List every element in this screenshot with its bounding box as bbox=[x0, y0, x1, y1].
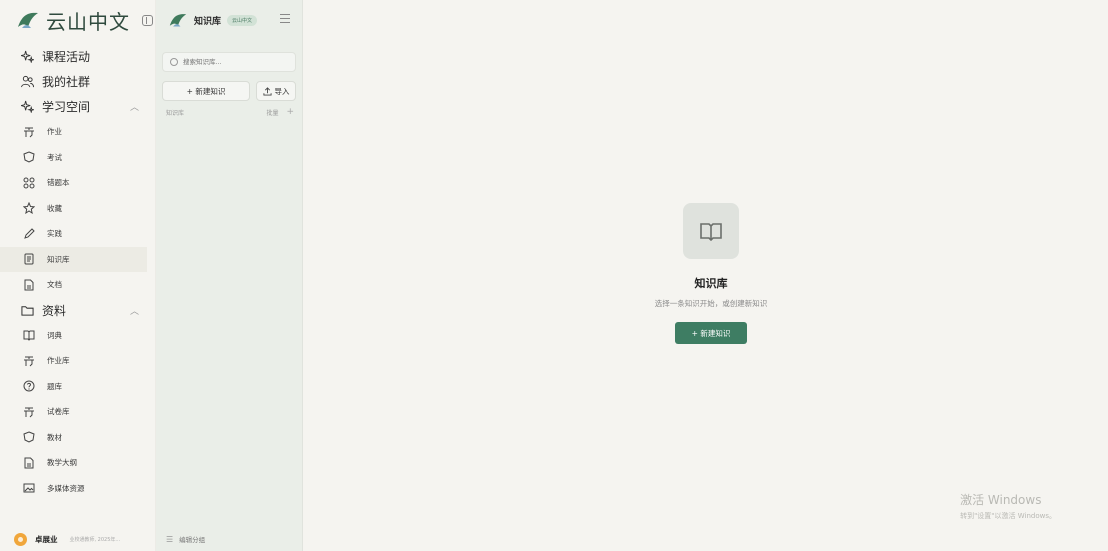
nav-label: 我的社群 bbox=[42, 75, 91, 89]
knowledge-actions: + 新建知识 导入 bbox=[162, 81, 296, 101]
create-knowledge-button[interactable]: + 新建知识 bbox=[675, 322, 747, 344]
nav-label: 资料 bbox=[42, 303, 67, 318]
main-content: 知识库 选择一条知识开始，或创建新知识 + 新建知识 激活 Windows 转到… bbox=[303, 0, 1108, 551]
new-knowledge-button[interactable]: + 新建知识 bbox=[162, 81, 250, 101]
grid-icon bbox=[22, 176, 35, 189]
search-input[interactable] bbox=[183, 58, 293, 66]
pencil-icon bbox=[22, 227, 35, 240]
org-badge: 云山中文 bbox=[227, 14, 258, 26]
upload-icon bbox=[262, 86, 272, 96]
nav-sub-label: 教材 bbox=[47, 432, 62, 442]
nav-sub-label: 词典 bbox=[47, 330, 62, 340]
watermark-title: 激活 Windows bbox=[960, 493, 1042, 507]
empty-state-illustration bbox=[683, 203, 739, 259]
brand-logo-icon bbox=[169, 14, 187, 27]
user-name: 卓展业 bbox=[35, 534, 58, 544]
knowledge-search[interactable] bbox=[162, 52, 296, 72]
import-button[interactable]: 导入 bbox=[256, 81, 296, 101]
nav-item-mistakes[interactable]: 错题本 bbox=[0, 170, 155, 196]
menu-icon[interactable] bbox=[280, 14, 290, 23]
user-org: 业校通教师, 2025年... bbox=[69, 536, 121, 543]
nav-item-exam-bank[interactable]: 试卷库 bbox=[0, 399, 155, 425]
nav-item-dictionary[interactable]: 词典 bbox=[0, 323, 155, 349]
nav-item-question-bank[interactable]: 题库 bbox=[0, 374, 155, 400]
nav-item-multimedia[interactable]: 多媒体资源 bbox=[0, 476, 155, 502]
chevron-up-icon[interactable]: ︿ bbox=[130, 100, 139, 113]
nav-item-assignment-bank[interactable]: 作业库 bbox=[0, 348, 155, 374]
nav-sub-label: 试卷库 bbox=[47, 407, 70, 417]
nav-item-favorites[interactable]: 收藏 bbox=[0, 196, 155, 222]
knowledge-panel-header: 知识库 云山中文 bbox=[156, 0, 302, 40]
nav-sub-label: 教学大纲 bbox=[47, 458, 77, 468]
nav-item-assignment[interactable]: 作业 bbox=[0, 119, 155, 145]
add-icon[interactable]: + bbox=[286, 107, 294, 117]
empty-state-title: 知识库 bbox=[694, 277, 728, 290]
edit-groups-label: 编辑分组 bbox=[179, 536, 206, 544]
document-icon bbox=[22, 278, 35, 291]
assignment-icon bbox=[22, 125, 35, 138]
nav-item-textbooks[interactable]: 教材 bbox=[0, 425, 155, 451]
nav-label: 课程活动 bbox=[42, 50, 91, 64]
search-icon bbox=[170, 58, 178, 66]
app-window: 云山中文 课程活动 我的社群 学习空间 ︿ 作业 考试 错题本 收藏 实践 知识… bbox=[0, 0, 1108, 551]
avatar bbox=[14, 532, 27, 546]
nav-sub-label: 多媒体资源 bbox=[47, 483, 85, 493]
book-icon bbox=[22, 329, 35, 342]
knowledge-panel-title: 知识库 bbox=[194, 16, 222, 27]
nav-study-space[interactable]: 学习空间 ︿ bbox=[0, 94, 155, 119]
nav-sub-label: 作业库 bbox=[47, 356, 70, 366]
knowledge-list-header: 知识库 批量 + bbox=[166, 107, 294, 117]
note-icon bbox=[22, 253, 35, 266]
nav-sub-label: 考试 bbox=[47, 152, 62, 162]
user-profile[interactable]: 卓展业 业校通教师, 2025年... bbox=[0, 527, 156, 551]
nav-item-knowledge-base[interactable]: 知识库 bbox=[0, 246, 147, 272]
nav-sub-label: 题库 bbox=[47, 381, 62, 391]
document-icon bbox=[22, 456, 35, 469]
knowledge-panel: 知识库 云山中文 + 新建知识 导入 知识库 批量 + ☰ 编辑分组 bbox=[156, 0, 303, 551]
list-header-label: 知识库 bbox=[166, 109, 185, 117]
people-icon bbox=[20, 75, 34, 89]
watermark-subtitle: 转到"设置"以激活 Windows。 bbox=[960, 512, 1056, 520]
folder-icon bbox=[20, 303, 34, 317]
shield-icon bbox=[22, 431, 35, 444]
star-icon bbox=[22, 202, 35, 215]
shield-icon bbox=[22, 151, 35, 164]
nav-item-practice[interactable]: 实践 bbox=[0, 221, 155, 247]
nav-sub-label: 实践 bbox=[47, 229, 62, 239]
sparkle-icon bbox=[20, 100, 34, 114]
nav-item-syllabus[interactable]: 教学大纲 bbox=[0, 450, 155, 476]
empty-state-description: 选择一条知识开始，或创建新知识 bbox=[654, 299, 768, 308]
nav-item-exam[interactable]: 考试 bbox=[0, 145, 155, 171]
chevron-up-icon[interactable]: ︿ bbox=[130, 304, 139, 317]
nav-sub-label: 错题本 bbox=[47, 178, 70, 188]
sidebar-collapse-icon[interactable] bbox=[142, 14, 153, 26]
nav-sub-label: 收藏 bbox=[47, 203, 62, 213]
nav-sub-label: 知识库 bbox=[47, 254, 70, 264]
image-icon bbox=[22, 482, 35, 495]
nav-sub-label: 文档 bbox=[47, 280, 62, 290]
assignment-icon bbox=[22, 354, 35, 367]
nav-my-community[interactable]: 我的社群 bbox=[0, 69, 155, 94]
brand: 云山中文 bbox=[0, 0, 155, 40]
nav-label: 学习空间 bbox=[42, 100, 91, 114]
sparkle-icon bbox=[20, 50, 34, 64]
sidebar: 云山中文 课程活动 我的社群 学习空间 ︿ 作业 考试 错题本 收藏 实践 知识… bbox=[0, 0, 156, 551]
nav-sub-label: 作业 bbox=[47, 127, 62, 137]
batch-button[interactable]: 批量 bbox=[266, 108, 278, 117]
edit-groups-button[interactable]: ☰ 编辑分组 bbox=[156, 527, 302, 551]
nav-item-documents[interactable]: 文档 bbox=[0, 272, 155, 298]
nav-materials[interactable]: 资料 ︿ bbox=[0, 298, 155, 323]
book-icon bbox=[700, 223, 722, 241]
nav-course-activities[interactable]: 课程活动 bbox=[0, 44, 155, 69]
import-label: 导入 bbox=[274, 86, 290, 96]
list-icon: ☰ bbox=[166, 534, 174, 544]
question-icon bbox=[22, 380, 35, 393]
windows-activation-watermark: 激活 Windows 转到"设置"以激活 Windows。 bbox=[960, 491, 1056, 521]
brand-logo-icon bbox=[18, 12, 38, 28]
brand-name: 云山中文 bbox=[46, 9, 130, 34]
assignment-icon bbox=[22, 405, 35, 418]
